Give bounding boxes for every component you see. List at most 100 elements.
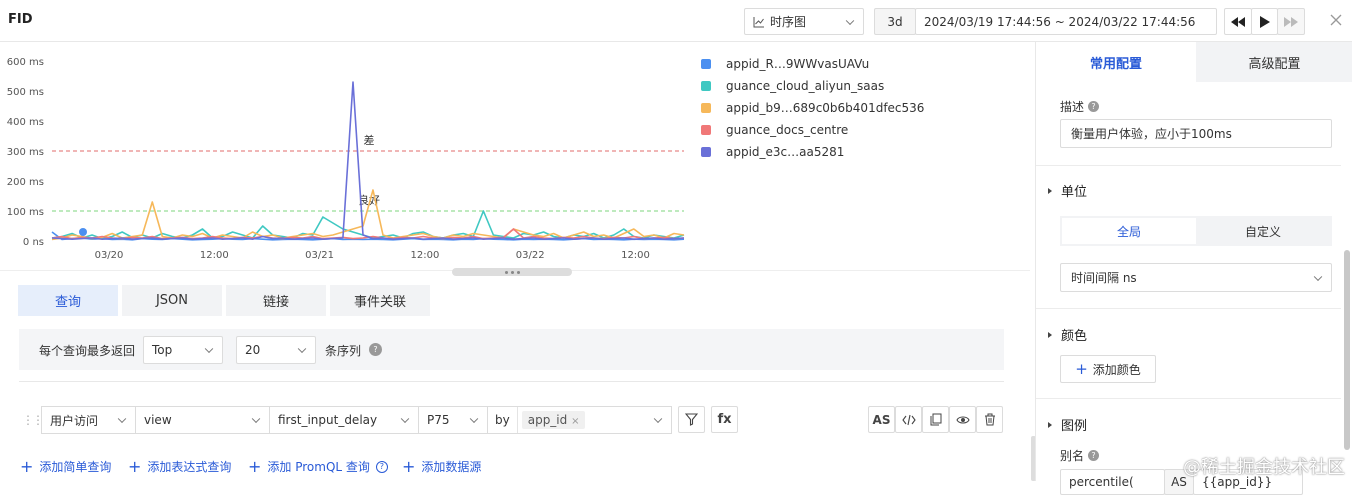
filter-button[interactable] xyxy=(678,406,705,433)
chart-type-label: 时序图 xyxy=(770,15,807,29)
plus-icon: + xyxy=(128,456,142,476)
tab-1[interactable]: JSON xyxy=(122,285,222,316)
divider xyxy=(19,381,1004,382)
help-icon[interactable]: ? xyxy=(375,460,388,473)
chevron-down-icon xyxy=(297,344,307,354)
rewind-icon xyxy=(1231,16,1245,27)
caret-right-icon xyxy=(1048,421,1052,428)
desc-input[interactable]: 衡量用户体验，应小于100ms xyxy=(1060,119,1332,148)
as-label: AS xyxy=(872,412,891,427)
close-button[interactable] xyxy=(1330,12,1342,30)
alias-as-button[interactable]: AS xyxy=(868,406,895,433)
query-limit-bar: 每个查询最多返回 Top 20 条序列 ? xyxy=(19,329,1004,370)
tab-label: 事件关联 xyxy=(353,295,406,310)
query-source: 用户访问 xyxy=(50,413,99,428)
copy-button[interactable] xyxy=(922,406,949,433)
add-promql-query-label: 添加 PromQL 查询 xyxy=(267,460,370,474)
plus-icon: + xyxy=(402,456,416,476)
resize-grip[interactable] xyxy=(452,268,572,276)
limit-mode-select[interactable]: Top xyxy=(143,336,223,364)
y-tick-label: 0 ns xyxy=(23,237,44,248)
add-datasource-link[interactable]: + 添加数据源 xyxy=(402,458,481,475)
help-icon[interactable]: ? xyxy=(1088,101,1100,112)
query-measurement-select[interactable]: view xyxy=(135,406,270,434)
x-tick-label: 12:00 xyxy=(200,250,229,261)
unit-global-option[interactable]: 全局 xyxy=(1062,218,1196,244)
time-range-input[interactable]: 2024/03/19 17:44:56 ~ 2024/03/22 17:44:5… xyxy=(915,8,1217,35)
tab-common-config[interactable]: 常用配置 xyxy=(1036,42,1196,82)
add-color-button[interactable]: + 添加颜色 xyxy=(1060,355,1156,383)
code-button[interactable] xyxy=(895,406,922,433)
query-agg-select[interactable]: P75 xyxy=(418,406,488,434)
legend-header[interactable]: 图例 xyxy=(1048,415,1087,434)
visibility-button[interactable] xyxy=(949,406,976,433)
legend-item[interactable]: appid_e3c…aa5281 xyxy=(701,145,844,159)
add-datasource-label: 添加数据源 xyxy=(421,460,482,474)
x-tick-label: 12:00 xyxy=(621,250,650,261)
alias-label-row: 别名? xyxy=(1060,447,1100,464)
function-button[interactable]: fx xyxy=(711,406,738,433)
add-expression-query-label: 添加表达式查询 xyxy=(147,460,232,474)
drag-handle-icon[interactable]: ⋮⋮ xyxy=(22,413,44,427)
tab-advanced-label: 高级配置 xyxy=(1248,56,1301,72)
query-source-select[interactable]: 用户访问 xyxy=(41,406,136,434)
panel-header: FID 时序图 3d 2024/03/19 17:44:56 ~ 2024/03… xyxy=(0,0,1352,42)
unit-custom-option[interactable]: 自定义 xyxy=(1196,218,1330,244)
tab-0[interactable]: 查询 xyxy=(18,285,118,316)
limit-count-value: 20 xyxy=(245,343,261,357)
chevron-down-icon xyxy=(251,414,261,424)
tab-advanced-config[interactable]: 高级配置 xyxy=(1196,42,1352,82)
legend-swatch xyxy=(701,59,711,69)
fx-label: fx xyxy=(717,412,732,427)
play-button[interactable] xyxy=(1251,8,1278,35)
chart-area: 600 ms 500 ms 400 ms 300 ms 200 ms 100 ms 0 ns… xyxy=(0,42,1030,272)
alias-func-select[interactable]: percentile( xyxy=(1060,469,1165,495)
filter-icon xyxy=(685,413,698,426)
tab-2[interactable]: 链接 xyxy=(226,285,326,316)
query-agg: P75 xyxy=(427,413,450,427)
color-section: 颜色 + 添加颜色 xyxy=(1036,308,1341,398)
add-promql-query-link[interactable]: + 添加 PromQL 查询? xyxy=(248,458,388,475)
help-icon[interactable]: ? xyxy=(1088,450,1100,461)
legend-swatch xyxy=(701,125,711,135)
chevron-down-icon xyxy=(845,16,855,25)
tab-label: 链接 xyxy=(262,295,289,310)
unit-select[interactable]: 时间间隔 ns xyxy=(1060,263,1332,292)
time-range-short: 3d xyxy=(887,14,903,29)
unit-custom-label: 自定义 xyxy=(1244,224,1281,239)
y-tick-label: 500 ms xyxy=(7,87,44,98)
delete-button[interactable] xyxy=(976,406,1003,433)
eye-icon xyxy=(955,416,970,423)
time-range-text: 2024/03/19 17:44:56 ~ 2024/03/22 17:44:5… xyxy=(924,14,1196,29)
right-scrollbar[interactable] xyxy=(1344,250,1350,450)
query-by-select[interactable]: by app_id × xyxy=(487,406,672,434)
rewind-button[interactable] xyxy=(1224,8,1252,35)
by-tag-chip: app_id × xyxy=(521,411,586,429)
tab-3[interactable]: 事件关联 xyxy=(330,285,430,316)
unit-global-label: 全局 xyxy=(1116,224,1141,239)
legend-item[interactable]: appid_R…9WWvasUAVu xyxy=(701,57,869,71)
legend-label: appid_R…9WWvasUAVu xyxy=(726,57,870,71)
chevron-down-icon xyxy=(469,414,479,424)
chevron-down-icon xyxy=(117,414,127,424)
desc-value: 衡量用户体验，应小于100ms xyxy=(1071,127,1232,141)
chart-type-select[interactable]: 时序图 xyxy=(744,8,864,35)
add-simple-query-label: 添加简单查询 xyxy=(39,460,112,474)
fast-forward-button[interactable] xyxy=(1277,8,1305,35)
add-simple-query-link[interactable]: + 添加简单查询 xyxy=(20,458,111,475)
limit-count-select[interactable]: 20 xyxy=(236,336,316,364)
x-tick-label: 12:00 xyxy=(410,250,439,261)
config-panel: 常用配置 高级配置 描述? 衡量用户体验，应小于100ms 单位 全局 自定义 … xyxy=(1035,42,1352,495)
add-expression-query-link[interactable]: + 添加表达式查询 xyxy=(128,458,231,475)
legend-swatch xyxy=(701,103,711,113)
time-range-quick[interactable]: 3d xyxy=(874,8,916,35)
legend-item[interactable]: guance_docs_centre xyxy=(701,123,848,137)
tag-close-icon[interactable]: × xyxy=(571,416,579,427)
legend-item[interactable]: guance_cloud_aliyun_saas xyxy=(701,79,884,93)
series-line-4 xyxy=(51,81,685,240)
query-field-select[interactable]: first_input_delay xyxy=(269,406,419,434)
help-icon[interactable]: ? xyxy=(369,343,382,356)
legend-item[interactable]: appid_b9…689c0b6b401dfec536 xyxy=(701,101,924,115)
unit-header[interactable]: 单位 xyxy=(1048,181,1087,200)
color-header[interactable]: 颜色 xyxy=(1048,325,1087,344)
